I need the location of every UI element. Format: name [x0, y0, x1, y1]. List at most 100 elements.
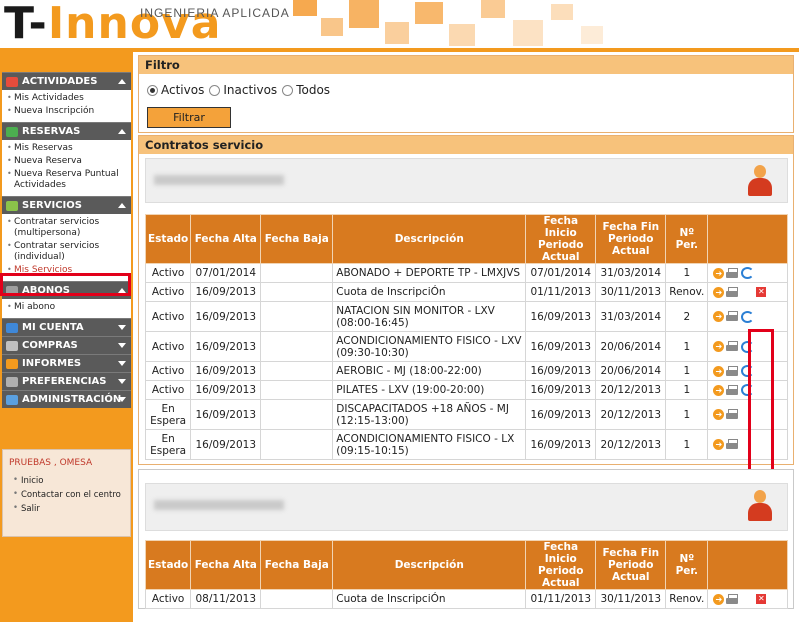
table-row: Activo 16/09/2013 ACONDICIONAMIENTO FISICO… [144, 331, 789, 362]
header-decoration [279, 0, 799, 48]
table-row: Activo 07/01/2014 ABONADO + DEPORTE TP - L… [144, 263, 789, 283]
sidebar-item[interactable]: Mis Reservas [2, 142, 131, 155]
client-name-blurred [154, 175, 284, 185]
arrow-right-icon[interactable]: ➔ [713, 384, 725, 396]
print-icon[interactable] [726, 341, 739, 352]
table-row: Activo 16/09/2013 Cuota de InscripciÓn 01/1… [144, 282, 789, 302]
cell-desc: ABONADO + DEPORTE TP - LMXJVS [332, 263, 527, 283]
arrow-right-icon[interactable]: ➔ [713, 593, 725, 605]
sidebar-item[interactable]: Contratar servicios (individual) [2, 240, 131, 264]
renew-icon[interactable] [741, 267, 755, 279]
arrow-right-icon[interactable]: ➔ [713, 341, 725, 352]
sidebar-section-2[interactable]: SERVICIOS [2, 196, 131, 214]
chevron-up-icon[interactable] [118, 79, 126, 84]
cell-per: 1 [665, 263, 709, 283]
radio-inactivos[interactable] [209, 84, 221, 96]
arrow-right-icon[interactable]: ➔ [713, 311, 725, 322]
cell-estado: Activo [144, 380, 192, 400]
contracts-panel: Contratos servicio Estado Fecha Alta Fecha… [138, 135, 794, 490]
radio-label-inactivos[interactable]: Inactivos [223, 83, 277, 97]
delete-icon[interactable]: ✕ [756, 594, 767, 604]
sidebar-section-1[interactable]: RESERVAS [2, 122, 131, 140]
column-header-actions [707, 214, 789, 264]
sidebar-section-8[interactable]: ADMINISTRACIÓN [2, 390, 131, 408]
sidebar-item[interactable]: Contratar servicios (multipersona) [2, 216, 131, 240]
cell-inicio: 16/09/2013 [525, 429, 597, 460]
column-header: Nº Per. [665, 214, 709, 264]
sidebar-section-4[interactable]: MI CUENTA [2, 318, 131, 336]
cell-actions: ➔ ✕ [707, 589, 789, 609]
delete-icon[interactable]: ✕ [756, 287, 767, 297]
chart-icon [6, 358, 18, 369]
sidebar-section-5[interactable]: COMPRAS [2, 336, 131, 354]
user-link-inicio[interactable]: Inicio [3, 474, 130, 488]
sidebar-section-0[interactable]: ACTIVIDADES [2, 72, 131, 90]
tagline: INGENIERIA APLICADA [140, 6, 290, 20]
print-icon[interactable] [726, 311, 739, 322]
sidebar-section-label: MI CUENTA [22, 322, 84, 333]
filter-button[interactable]: Filtrar [147, 107, 231, 128]
cell-alta: 16/09/2013 [190, 399, 262, 430]
sidebar-item[interactable]: Nueva Inscripción [2, 105, 131, 118]
cell-baja [260, 361, 334, 381]
arrow-right-icon[interactable]: ➔ [713, 365, 725, 377]
sidebar-menu: ACTIVIDADES Mis ActividadesNueva Inscripc… [2, 72, 131, 408]
arrow-right-icon[interactable]: ➔ [713, 286, 725, 298]
print-icon[interactable] [726, 409, 739, 420]
sidebar-section-items: Mis ActividadesNueva Inscripción [2, 90, 131, 122]
cell-baja [260, 589, 334, 609]
chevron-down-icon[interactable] [118, 343, 126, 348]
sidebar-section-items: Mis ReservasNueva ReservaNueva Reserva P… [2, 140, 131, 196]
cell-baja [260, 263, 334, 283]
column-header: Fecha Fin Periodo Actual [595, 540, 667, 590]
cell-fin: 20/12/2013 [595, 399, 667, 430]
cell-inicio: 16/09/2013 [525, 380, 597, 400]
radio-todos[interactable] [282, 84, 294, 96]
filter-options: Activos Inactivos Todos [147, 83, 335, 97]
cell-alta: 16/09/2013 [190, 380, 262, 400]
cell-alta: 16/09/2013 [190, 429, 262, 460]
sidebar-section-7[interactable]: PREFERENCIAS [2, 372, 131, 390]
cell-baja [260, 282, 334, 302]
radio-label-todos[interactable]: Todos [296, 83, 330, 97]
arrow-right-icon[interactable]: ➔ [713, 267, 725, 279]
user-link-contact[interactable]: Contactar con el centro [3, 488, 130, 502]
sidebar-item[interactable]: Nueva Reserva Puntual Actividades [2, 168, 131, 192]
print-icon[interactable] [726, 439, 739, 450]
print-icon[interactable] [726, 384, 739, 396]
cell-fin: 31/03/2014 [595, 301, 667, 332]
chevron-up-icon[interactable] [118, 203, 126, 208]
cell-estado: Activo [144, 301, 192, 332]
arrow-right-icon[interactable]: ➔ [713, 409, 725, 420]
print-icon[interactable] [726, 593, 739, 605]
renew-icon[interactable] [741, 310, 755, 323]
chevron-down-icon[interactable] [118, 379, 126, 384]
column-header: Fecha Fin Periodo Actual [595, 214, 667, 264]
chevron-down-icon[interactable] [118, 397, 126, 402]
filter-title: Filtro [139, 56, 793, 74]
arrow-right-icon[interactable]: ➔ [713, 439, 725, 450]
sidebar-item[interactable]: Mis Actividades [2, 92, 131, 105]
sidebar-item[interactable]: Mi abono [2, 301, 131, 314]
sidebar-item[interactable]: Nueva Reserva [2, 155, 131, 168]
chevron-up-icon[interactable] [118, 129, 126, 134]
cell-baja [260, 380, 334, 400]
column-header: Descripción [332, 214, 527, 264]
print-icon[interactable] [726, 267, 739, 279]
chevron-down-icon[interactable] [118, 361, 126, 366]
cell-inicio: 01/11/2013 [525, 282, 597, 302]
table-row: En Espera 16/09/2013 DISCAPACITADOS +18 AÑ… [144, 399, 789, 430]
radio-activos[interactable] [147, 84, 158, 96]
print-icon[interactable] [726, 286, 739, 298]
cell-desc: PILATES - LXV (19:00-20:00) [332, 380, 527, 400]
cell-baja [260, 399, 334, 430]
user-link-logout[interactable]: Salir [3, 502, 130, 516]
sidebar-section-items: Contratar servicios (multipersona)Contra… [2, 214, 131, 281]
column-header-actions [707, 540, 789, 590]
print-icon[interactable] [726, 365, 739, 377]
radio-label-activos[interactable]: Activos [161, 83, 204, 97]
chevron-down-icon[interactable] [118, 325, 126, 330]
sidebar-section-6[interactable]: INFORMES [2, 354, 131, 372]
cell-baja [260, 301, 334, 332]
services-icon [6, 200, 18, 211]
